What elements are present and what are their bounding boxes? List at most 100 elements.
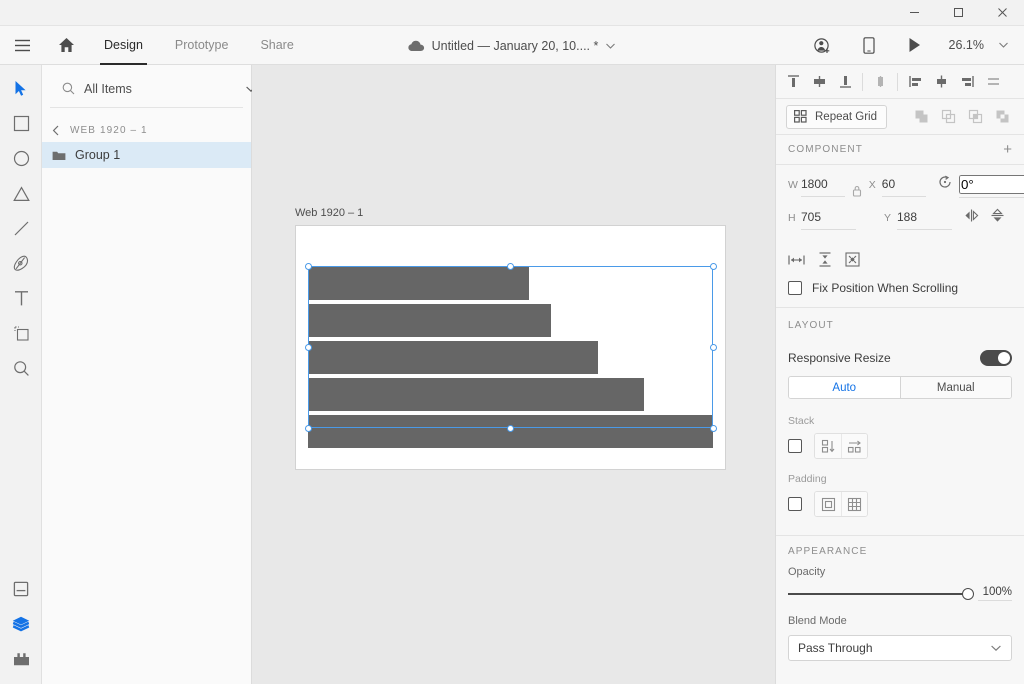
padding-label: Padding — [788, 473, 827, 485]
lock-aspect-icon[interactable] — [845, 175, 869, 197]
plugins-panel-button[interactable] — [0, 641, 42, 676]
layers-panel-button[interactable] — [0, 606, 42, 641]
selection-handle-bottom-left[interactable] — [304, 424, 312, 432]
resize-mode-auto[interactable]: Auto — [789, 377, 900, 398]
chevron-left-icon[interactable] — [52, 125, 60, 136]
resize-vertical-icon[interactable] — [818, 252, 832, 267]
align-bottom-button[interactable] — [832, 68, 858, 96]
desktop-preview-button[interactable] — [893, 26, 937, 65]
stack-checkbox[interactable] — [788, 439, 802, 453]
polygon-tool[interactable] — [0, 176, 42, 211]
close-button[interactable] — [980, 0, 1024, 25]
line-tool[interactable] — [0, 211, 42, 246]
padding-uniform-icon[interactable] — [815, 492, 841, 516]
selection-handle-bottom-center[interactable] — [507, 424, 514, 432]
chevron-down-icon[interactable] — [605, 42, 616, 50]
responsive-resize-toggle[interactable] — [980, 350, 1012, 366]
height-field[interactable]: H — [788, 208, 856, 230]
artboard-tool[interactable] — [0, 316, 42, 351]
bar-5[interactable] — [308, 415, 713, 448]
fix-position-row[interactable]: Fix Position When Scrolling — [776, 277, 1024, 308]
select-tool[interactable] — [0, 71, 42, 106]
artboard-web-1920-1[interactable] — [295, 225, 726, 470]
assets-panel-button[interactable] — [0, 571, 42, 606]
selection-handle-bottom-right[interactable] — [709, 424, 717, 432]
padding-individual-icon[interactable] — [841, 492, 867, 516]
width-field[interactable]: W — [788, 175, 846, 197]
xd-application-window: Design Prototype Share Untitled — Januar… — [0, 0, 1024, 684]
home-button[interactable] — [44, 26, 88, 65]
flip-horizontal-icon[interactable] — [964, 209, 979, 222]
application-toolbar: Design Prototype Share Untitled — Januar… — [0, 26, 1024, 65]
stack-vertical-icon[interactable] — [815, 434, 841, 458]
zoom-chevron-button[interactable] — [990, 26, 1016, 65]
search-input[interactable] — [84, 81, 245, 96]
zoom-level-value[interactable]: 26.1% — [939, 38, 988, 52]
artboard-label[interactable]: Web 1920 – 1 — [295, 207, 363, 219]
tab-design[interactable]: Design — [88, 26, 159, 65]
document-title[interactable]: Untitled — January 20, 10.... * — [432, 39, 599, 53]
repeat-grid-button[interactable]: Repeat Grid — [786, 104, 888, 129]
selection-handle-top-right[interactable] — [709, 262, 717, 270]
align-horizontal-center-button[interactable] — [806, 68, 832, 96]
align-right-button[interactable] — [954, 68, 980, 96]
rotate-icon — [938, 175, 952, 189]
rotation-field[interactable] — [938, 175, 1024, 198]
bar-4[interactable] — [308, 378, 644, 411]
align-top-button[interactable] — [780, 68, 806, 96]
height-input[interactable] — [801, 210, 856, 224]
padding-checkbox[interactable] — [788, 497, 802, 511]
rectangle-tool[interactable] — [0, 106, 42, 141]
width-input[interactable] — [801, 177, 846, 191]
selection-handle-middle-right[interactable] — [709, 343, 717, 351]
canvas-area[interactable]: Web 1920 – 1 — [252, 65, 775, 684]
boolean-intersect-button[interactable] — [963, 105, 987, 129]
selection-handle-top-left[interactable] — [304, 262, 312, 270]
tab-prototype[interactable]: Prototype — [159, 26, 245, 65]
selection-handle-middle-left[interactable] — [304, 343, 312, 351]
layers-search-row[interactable] — [50, 70, 256, 108]
resize-fit-icon[interactable] — [845, 252, 860, 267]
distribute-horizontal-button[interactable] — [980, 68, 1006, 96]
y-field[interactable]: Y — [884, 208, 952, 230]
hamburger-menu-button[interactable] — [0, 26, 44, 65]
resize-mode-manual[interactable]: Manual — [899, 377, 1011, 398]
bar-3[interactable] — [308, 341, 599, 374]
x-field[interactable]: X — [869, 175, 926, 197]
bar-2[interactable] — [308, 304, 552, 337]
opacity-value[interactable]: 100% — [978, 586, 1012, 601]
fix-position-checkbox[interactable] — [788, 281, 802, 295]
ellipse-tool[interactable] — [0, 141, 42, 176]
boolean-union-button[interactable] — [909, 105, 933, 129]
resize-horizontal-icon[interactable] — [788, 252, 805, 267]
zoom-tool[interactable] — [0, 351, 42, 386]
responsive-resize-label: Responsive Resize — [788, 351, 891, 365]
tab-share[interactable]: Share — [244, 26, 309, 65]
mobile-preview-button[interactable] — [847, 26, 891, 65]
boolean-exclude-button[interactable] — [990, 105, 1014, 129]
invite-user-button[interactable] — [801, 26, 845, 65]
add-component-button[interactable]: + — [1003, 142, 1012, 157]
blend-mode-select[interactable]: Pass Through — [788, 635, 1012, 661]
align-vertical-center-button[interactable] — [867, 68, 893, 96]
distribute-vertical-button[interactable] — [928, 68, 954, 96]
minimize-button[interactable] — [892, 0, 936, 25]
align-left-button[interactable] — [902, 68, 928, 96]
opacity-slider[interactable] — [788, 587, 974, 600]
breadcrumb[interactable]: WEB 1920 – 1 — [42, 118, 251, 142]
selection-handle-top-center[interactable] — [507, 262, 514, 270]
layer-item-group-1[interactable]: Group 1 — [42, 142, 251, 168]
maximize-button[interactable] — [936, 0, 980, 25]
text-tool[interactable] — [0, 281, 42, 316]
rotation-input[interactable] — [959, 175, 1024, 194]
boolean-subtract-button[interactable] — [936, 105, 960, 129]
resize-mode-segmented: Auto Manual — [788, 376, 1012, 399]
stack-horizontal-icon[interactable] — [841, 434, 867, 458]
pen-tool[interactable] — [0, 246, 42, 281]
tools-sidebar — [0, 65, 42, 684]
bar-1[interactable] — [308, 267, 529, 300]
flip-vertical-icon[interactable] — [991, 208, 1004, 223]
opacity-slider-knob[interactable] — [962, 587, 974, 600]
y-input[interactable] — [897, 210, 952, 224]
x-input[interactable] — [881, 177, 926, 191]
